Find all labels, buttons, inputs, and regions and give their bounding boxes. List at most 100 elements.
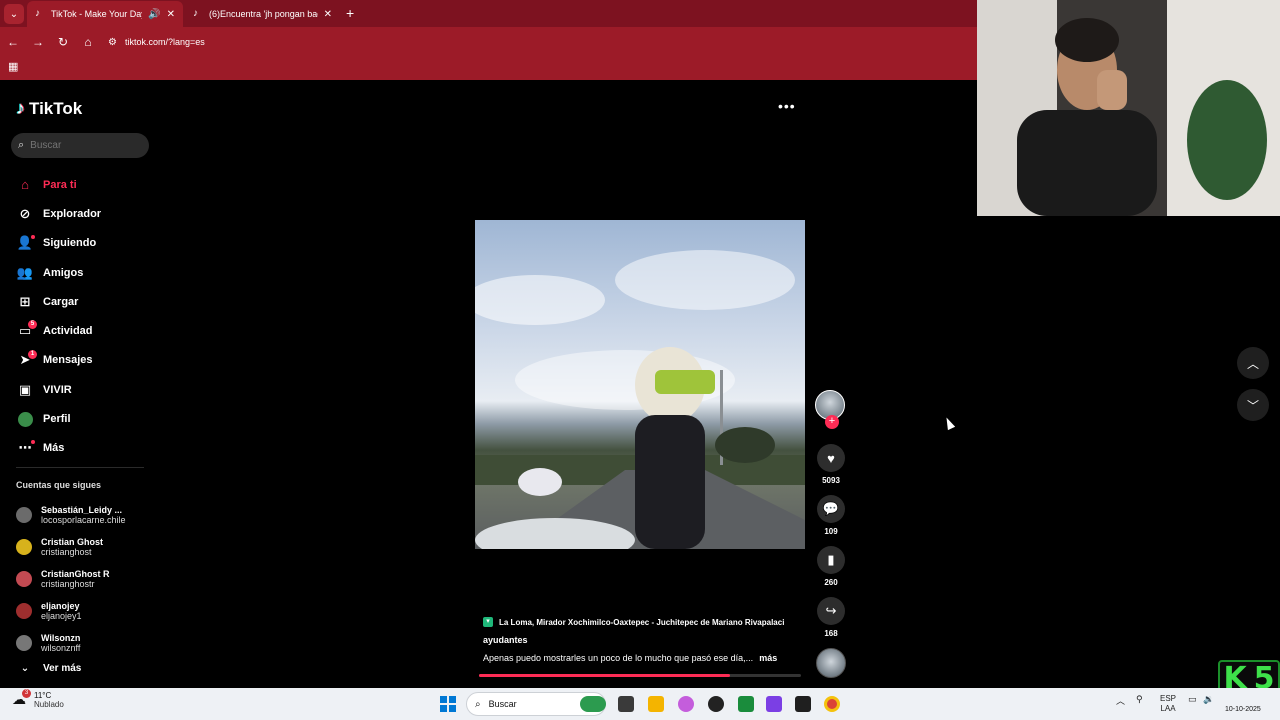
close-tab-icon[interactable]: ✕ <box>167 9 175 20</box>
site-settings-icon[interactable]: ⚙ <box>108 37 117 48</box>
location-tag[interactable]: ▾ La Loma, Mirador Xochimilco-Oaxtepec -… <box>483 617 801 627</box>
webcam-illustration <box>977 0 1280 216</box>
save-count: 260 <box>824 578 838 587</box>
search-input[interactable] <box>30 140 131 151</box>
nav-label: Mensajes <box>43 354 93 367</box>
following-account[interactable]: CristianGhost Rcristianghostr <box>16 563 126 595</box>
notification-dot <box>31 234 35 239</box>
volume-icon[interactable]: 🔉 <box>1203 694 1214 705</box>
copilot-icon[interactable] <box>678 696 694 712</box>
address-bar[interactable]: ⚙ tiktok.com/?lang=es <box>108 37 205 48</box>
browser-chrome: ⌄ ♪ TikTok - Make Your Day 🔊 ✕ ♪ (6)Encu… <box>0 0 977 80</box>
app-icon[interactable] <box>708 696 724 712</box>
search-icon: ⌕ <box>18 139 25 151</box>
tab-strip: ⌄ ♪ TikTok - Make Your Day 🔊 ✕ ♪ (6)Encu… <box>0 0 977 27</box>
account-name: Wilsonzn <box>41 633 81 643</box>
nav-perfil[interactable]: Perfil <box>16 404 101 433</box>
search-box[interactable]: ⌕ <box>11 133 149 158</box>
sidebar-divider <box>16 467 144 468</box>
activity-badge: 5 <box>28 320 37 330</box>
video-progress-bar[interactable] <box>479 674 801 677</box>
following-account[interactable]: Sebastián_Leidy ... locosporlacarne.chile <box>16 499 126 531</box>
new-tab-icon[interactable]: + <box>346 5 354 21</box>
reload-icon[interactable]: ↻ <box>51 35 75 49</box>
tray-expand-icon[interactable]: ︿ <box>1116 694 1125 707</box>
video-caption: ▾ La Loma, Mirador Xochimilco-Oaxtepec -… <box>483 617 801 663</box>
nvidia-icon[interactable] <box>795 696 811 712</box>
tiktok-note-icon: ♪ <box>16 98 25 118</box>
url-text: tiktok.com/?lang=es <box>124 37 205 47</box>
file-explorer-icon[interactable] <box>648 696 664 712</box>
language-indicator[interactable]: ESP LAA <box>1160 694 1176 714</box>
more-options-icon[interactable]: ••• <box>778 98 796 114</box>
live-icon: ▣ <box>18 381 32 397</box>
following-account[interactable]: Wilsonzn wilsonznff <box>16 627 126 659</box>
nav-actividad[interactable]: ▭ 5 Actividad <box>16 316 101 345</box>
nav-siguiendo[interactable]: 👤 Siguiendo <box>16 229 101 258</box>
forward-icon[interactable]: → <box>26 35 50 49</box>
share-icon[interactable]: ↪ <box>817 597 845 625</box>
following-account[interactable]: eljanojey eljanojey1 <box>16 595 126 627</box>
speaker-icon[interactable]: 🔊 <box>148 9 160 20</box>
nav-label: VIVIR <box>43 383 72 396</box>
clock[interactable]: 10-10-2025 <box>1225 695 1261 715</box>
webcam-overlay <box>977 0 1280 216</box>
nav-cargar[interactable]: ⊞ Cargar <box>16 287 101 316</box>
nav-amigos[interactable]: 👥 Amigos <box>16 258 101 287</box>
comment-icon[interactable]: 💬 <box>817 495 845 523</box>
more-link[interactable]: más <box>759 653 777 663</box>
chrome-icon[interactable] <box>824 696 840 712</box>
date: 10-10-2025 <box>1225 706 1261 713</box>
tiktok-favicon-icon: ♪ <box>193 8 198 19</box>
nav-para-ti[interactable]: ⌂ Para ti <box>16 170 101 199</box>
close-tab-icon[interactable]: ✕ <box>324 9 332 20</box>
tab-encuentra[interactable]: ♪ (6)Encuentra 'jh pongan bachat ✕ <box>185 1 340 27</box>
creator-avatar[interactable]: + <box>815 390 845 429</box>
nav-mas[interactable]: ⋯ Más <box>16 434 101 463</box>
wifi-icon[interactable]: ▭ <box>1188 694 1197 705</box>
nav-explorador[interactable]: ⊘ Explorador <box>16 199 102 228</box>
nav-vivir[interactable]: ▣ VIVIR <box>16 375 101 404</box>
account-name: Sebastián_Leidy ... <box>41 505 123 515</box>
music-disc-avatar[interactable] <box>816 648 846 678</box>
account-name: CristianGhost R <box>41 569 110 579</box>
location-pin-icon: ▾ <box>483 617 493 627</box>
tab-search-button[interactable]: ⌄ <box>4 4 24 24</box>
following-account[interactable]: Cristian Ghost cristianghost <box>16 531 126 563</box>
nav-label: Siguiendo <box>43 237 97 250</box>
nav-label: Amigos <box>43 266 84 279</box>
home-browser-icon[interactable]: ⌂ <box>76 35 100 49</box>
nav-label: Más <box>43 442 65 455</box>
task-view-icon[interactable] <box>618 696 634 712</box>
video-player[interactable] <box>475 220 805 549</box>
account-username: eljanojey1 <box>41 611 82 621</box>
weather-condition: Nublado <box>34 700 64 709</box>
xbox-icon[interactable] <box>738 696 754 712</box>
nav-label: Actividad <box>43 325 93 338</box>
media-app-icon[interactable] <box>766 696 782 712</box>
see-more-button[interactable]: ⌄ Ver más <box>16 663 82 674</box>
video-description: Apenas puedo mostrarles un poco de lo mu… <box>483 653 801 663</box>
weather-widget[interactable]: ☁ 3 11°C Nublado <box>12 689 64 709</box>
share-action: ↪ 168 <box>815 597 847 638</box>
notification-dot <box>31 439 35 444</box>
tiktok-logo[interactable]: ♪ TikTok <box>16 98 82 119</box>
tab-tiktok[interactable]: ♪ TikTok - Make Your Day 🔊 ✕ <box>27 1 183 27</box>
apps-grid-icon[interactable]: ▦ <box>8 60 18 73</box>
widget-icon[interactable] <box>580 696 606 712</box>
heart-icon[interactable]: ♥ <box>817 444 845 472</box>
next-video-button[interactable]: ﹀ <box>1237 389 1269 421</box>
windows-taskbar: ☁ 3 11°C Nublado ⌕ Buscar ︿ ⚲ ESP LAA ▭ 🔉 <box>0 688 1280 720</box>
previous-video-button[interactable]: ︿ <box>1237 347 1269 379</box>
network-icon[interactable]: ⚲ <box>1136 694 1143 705</box>
nav-mensajes[interactable]: ➤ 1 Mensajes <box>16 346 101 375</box>
profile-avatar <box>16 411 34 428</box>
start-button[interactable] <box>440 696 456 712</box>
nav-label: Cargar <box>43 295 79 308</box>
tab-title: (6)Encuentra 'jh pongan bachat <box>209 9 318 19</box>
back-icon[interactable]: ← <box>1 35 25 49</box>
screen: ⌄ ♪ TikTok - Make Your Day 🔊 ✕ ♪ (6)Encu… <box>0 0 1280 720</box>
video-author[interactable]: ayudantes <box>483 635 801 645</box>
bookmark-icon[interactable]: ▮ <box>817 546 845 574</box>
follow-plus-icon[interactable]: + <box>825 415 839 429</box>
